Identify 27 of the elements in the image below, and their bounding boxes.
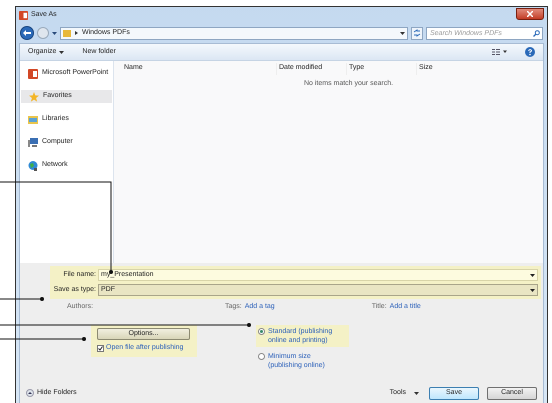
computer-icon: [28, 138, 38, 147]
close-button[interactable]: [516, 8, 544, 20]
caret-icon[interactable]: [52, 32, 57, 34]
view-options-icon[interactable]: [492, 49, 507, 55]
radio-button[interactable]: [258, 353, 265, 360]
presentation-app-icon: [19, 10, 28, 20]
globe-icon: [28, 160, 38, 170]
refresh-button[interactable]: [411, 26, 423, 40]
back-arrow-icon: [23, 30, 31, 36]
star-icon: [29, 92, 39, 102]
caret-icon[interactable]: [400, 32, 405, 34]
checkbox[interactable]: [97, 344, 104, 352]
presentation-app-icon: [28, 68, 38, 78]
chevron-icon: [75, 31, 78, 35]
refresh-icon: [413, 29, 421, 37]
back-button[interactable]: [20, 26, 34, 40]
folder-icon: [63, 29, 71, 37]
caret-icon: [530, 288, 535, 292]
caret-icon: [59, 50, 64, 54]
radio-button[interactable]: [258, 328, 265, 335]
caret-icon: [414, 392, 419, 394]
search-icon: [533, 30, 540, 36]
library-icon: [28, 115, 38, 124]
caret-icon: [530, 274, 535, 276]
close-icon: [527, 10, 533, 16]
collapse-icon: [26, 389, 34, 397]
help-icon[interactable]: [525, 47, 535, 57]
